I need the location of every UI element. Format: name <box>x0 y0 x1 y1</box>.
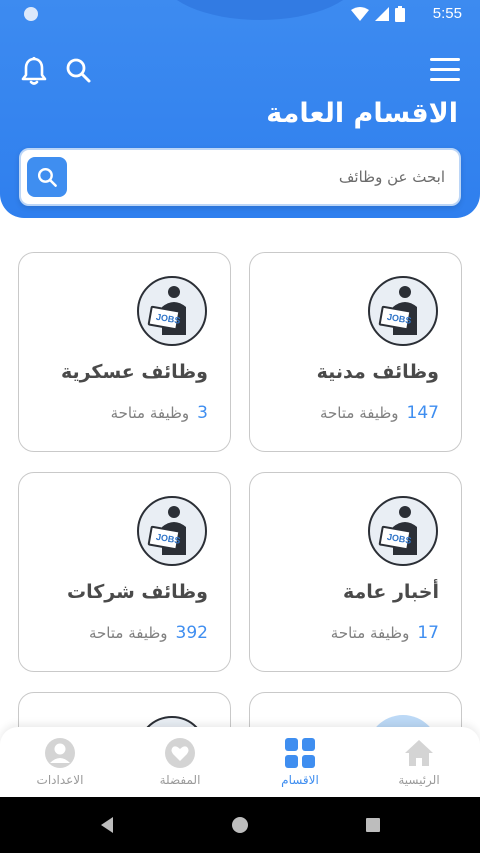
nav-label: الاعدادات <box>36 773 84 787</box>
wifi-icon <box>351 7 369 21</box>
menu-icon[interactable] <box>430 58 460 82</box>
job-count: 147 <box>406 403 439 423</box>
card-count: 17 وظيفة متاحة <box>331 623 439 643</box>
battery-icon <box>395 6 405 22</box>
category-card-military[interactable]: JOBS وظائف عسكرية 3 وظيفة متاحة <box>18 252 231 452</box>
nav-categories[interactable]: الاقسام <box>250 737 350 793</box>
card-title: وظائف شركات <box>67 581 208 603</box>
category-card-civil[interactable]: JOBS وظائف مدنية 147 وظيفة متاحة <box>249 252 462 452</box>
grid-icon <box>285 738 315 768</box>
signal-icon <box>375 7 389 21</box>
nav-settings[interactable]: الاعدادات <box>10 737 110 793</box>
status-time: 5:55 <box>432 5 462 22</box>
count-label: وظيفة متاحة <box>110 404 190 422</box>
search-bar <box>19 148 461 206</box>
jobs-icon: JOBS <box>368 496 438 566</box>
job-count: 3 <box>197 403 208 423</box>
nav-label: المفضلة <box>159 773 201 787</box>
notification-dot-icon <box>24 7 38 21</box>
status-icons <box>351 6 405 22</box>
card-count: 392 وظيفة متاحة <box>89 623 208 643</box>
category-card-companies[interactable]: JOBS وظائف شركات 392 وظيفة متاحة <box>18 472 231 672</box>
user-icon <box>45 738 75 768</box>
nav-favorites[interactable]: المفضلة <box>130 737 230 793</box>
card-count: 147 وظيفة متاحة <box>320 403 439 423</box>
bell-icon[interactable] <box>20 56 48 86</box>
nav-label: الرئيسية <box>398 773 440 787</box>
search-icon <box>37 167 57 187</box>
jobs-icon: JOBS <box>137 276 207 346</box>
card-title: وظائف عسكرية <box>60 361 208 383</box>
app-screen: 5:55 الاقسام العامة ابحث عن وظائف JOBS و… <box>0 0 480 853</box>
count-label: وظيفة متاحة <box>88 624 168 642</box>
jobs-icon: JOBS <box>137 496 207 566</box>
card-title: وظائف مدنية <box>316 361 439 383</box>
back-icon[interactable] <box>98 815 118 835</box>
nav-home[interactable]: الرئيسية <box>369 737 469 793</box>
search-button[interactable] <box>27 157 67 197</box>
home-circle-icon[interactable] <box>230 815 250 835</box>
count-label: وظيفة متاحة <box>330 624 410 642</box>
card-title: أخبار عامة <box>342 581 439 603</box>
system-navigation-bar <box>0 797 480 853</box>
category-card-news[interactable]: JOBS أخبار عامة 17 وظيفة متاحة <box>249 472 462 672</box>
home-icon <box>405 740 433 766</box>
card-count: 3 وظيفة متاحة <box>111 403 208 423</box>
nav-label: الاقسام <box>281 773 319 787</box>
search-icon[interactable] <box>64 56 92 84</box>
jobs-icon: JOBS <box>368 276 438 346</box>
job-count: 392 <box>175 623 208 643</box>
page-title: الاقسام العامة <box>266 98 458 129</box>
recents-icon[interactable] <box>363 815 383 835</box>
bottom-navigation: الرئيسية الاقسام المفضلة الاعدادات <box>0 727 480 797</box>
search-input[interactable] <box>85 150 445 204</box>
count-label: وظيفة متاحة <box>319 404 399 422</box>
status-bar: 5:55 <box>0 0 480 28</box>
header: 5:55 الاقسام العامة <box>0 0 480 218</box>
job-count: 17 <box>417 623 439 643</box>
heart-icon <box>165 738 195 768</box>
